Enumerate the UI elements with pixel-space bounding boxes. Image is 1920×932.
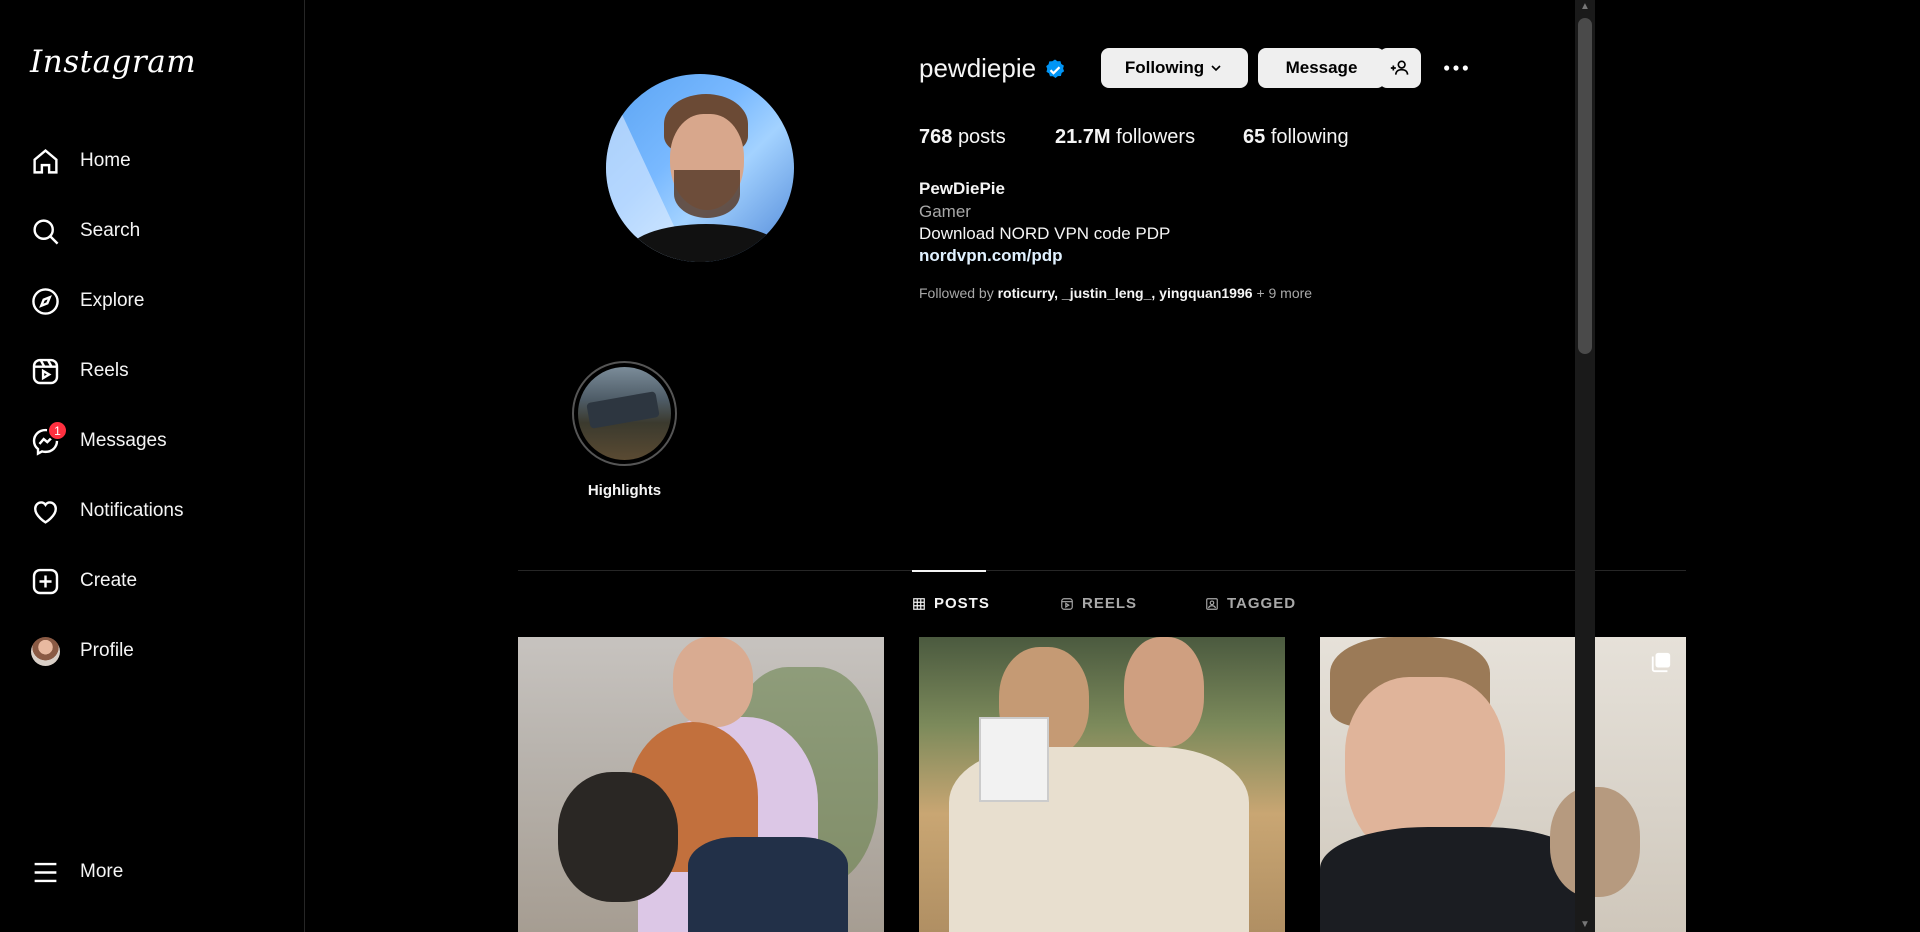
followed-by[interactable]: Followed by roticurry, _justin_leng_, yi… xyxy=(919,285,1312,301)
followers-count-label: followers xyxy=(1116,126,1196,148)
highlight-item[interactable] xyxy=(572,361,677,466)
post-thumbnail[interactable] xyxy=(1320,637,1686,932)
tabs-divider xyxy=(518,570,1686,571)
profile-main: pewdiepie Following Message 768 posts 21… xyxy=(0,0,1686,932)
scroll-down-icon[interactable]: ▼ xyxy=(1579,920,1591,930)
posts-count-label: posts xyxy=(957,126,1006,148)
following-link[interactable]: 65 following xyxy=(1243,126,1349,149)
following-count-label: following xyxy=(1270,126,1349,148)
highlight-label: Highlights xyxy=(587,482,662,499)
following-button-label: Following xyxy=(1124,58,1205,77)
more-horizontal-icon xyxy=(1444,65,1468,71)
following-count-value: 65 xyxy=(1243,126,1266,148)
bio-name: PewDiePie xyxy=(919,179,1005,198)
followed-by-suffix: + 9 more xyxy=(1256,285,1313,301)
post-thumbnail[interactable] xyxy=(919,637,1285,932)
tab-label: REELS xyxy=(1082,595,1138,612)
bio-category: Gamer xyxy=(919,202,971,221)
tab-reels[interactable]: REELS xyxy=(1060,595,1137,612)
posts-count: 768 posts xyxy=(919,126,1006,149)
scroll-thumb[interactable] xyxy=(1578,18,1592,354)
add-user-icon xyxy=(1390,60,1409,75)
followed-by-user: yingquan1996 xyxy=(1159,285,1253,301)
tagged-icon xyxy=(1206,597,1218,610)
post-thumbnail[interactable] xyxy=(518,637,884,932)
chevron-down-icon xyxy=(1211,65,1221,72)
followers-count-value: 21.7M xyxy=(1055,126,1111,148)
bio-link[interactable]: nordvpn.com/pdp xyxy=(919,246,1063,266)
scroll-up-icon[interactable]: ▲ xyxy=(1579,2,1591,12)
message-button[interactable]: Message xyxy=(1258,48,1385,88)
posts-count-value: 768 xyxy=(919,126,953,148)
suggest-user-button[interactable] xyxy=(1379,48,1421,88)
tab-tagged[interactable]: TAGGED xyxy=(1205,595,1296,612)
active-tab-indicator xyxy=(912,570,986,572)
carousel-icon xyxy=(1651,652,1671,673)
tab-posts[interactable]: POSTS xyxy=(912,595,990,612)
followed-by-user: _justin_leng_ xyxy=(1061,285,1152,301)
scrollbar[interactable]: ▲ ▼ xyxy=(1575,0,1595,932)
highlight-cover xyxy=(578,367,671,460)
following-button[interactable]: Following xyxy=(1101,48,1248,88)
grid-icon xyxy=(913,597,925,610)
profile-avatar[interactable] xyxy=(606,74,794,262)
message-button-label: Message xyxy=(1285,58,1358,77)
followers-link[interactable]: 21.7M followers xyxy=(1055,126,1195,149)
more-options-button[interactable] xyxy=(1440,52,1472,84)
tab-label: POSTS xyxy=(934,595,990,612)
verified-badge-icon xyxy=(1046,59,1065,78)
followed-by-user: roticurry xyxy=(997,285,1055,301)
reels-icon xyxy=(1061,597,1073,610)
tab-label: TAGGED xyxy=(1227,595,1297,612)
bio-text: Download NORD VPN code PDP xyxy=(919,224,1171,243)
profile-username: pewdiepie xyxy=(919,53,1037,83)
followed-by-prefix: Followed by xyxy=(919,285,994,301)
